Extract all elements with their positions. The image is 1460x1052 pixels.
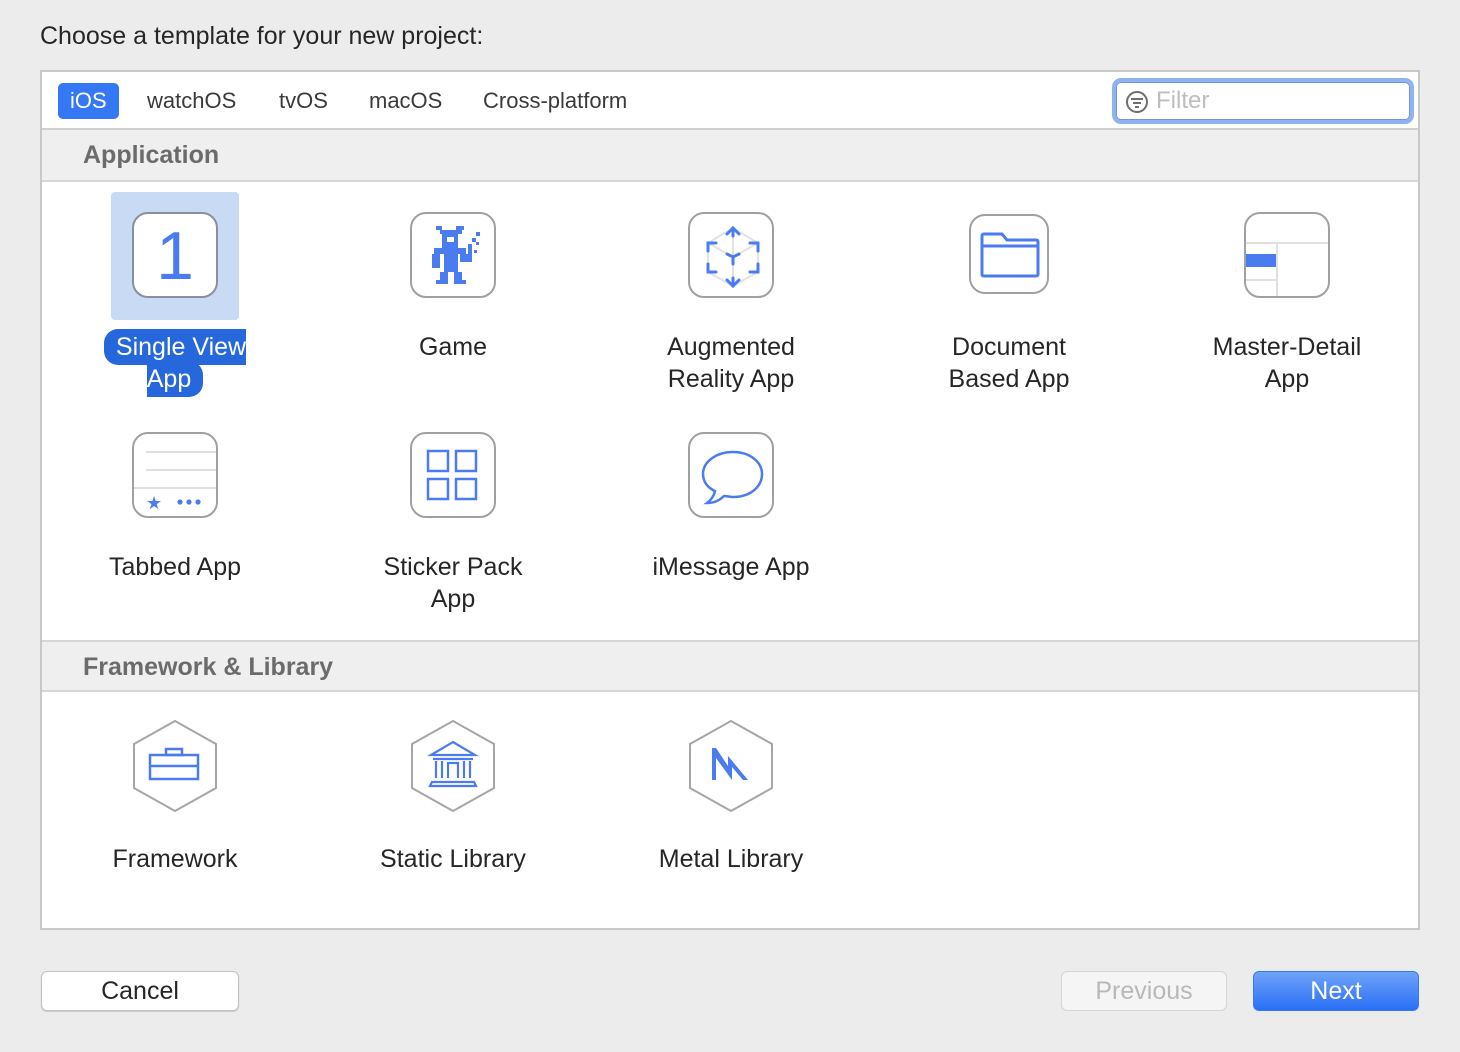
tab-cross-platform[interactable]: Cross-platform bbox=[471, 83, 639, 119]
next-button[interactable]: Next bbox=[1253, 971, 1419, 1011]
template-tabbed-app[interactable]: ★ Tabbed App bbox=[45, 432, 305, 612]
briefcase-icon bbox=[133, 719, 217, 813]
template-augmented-reality-app[interactable]: Augmented Reality App bbox=[601, 212, 861, 412]
template-label: Sticker Pack App bbox=[383, 553, 523, 613]
sticker-grid-icon bbox=[410, 432, 496, 518]
cancel-button[interactable]: Cancel bbox=[41, 971, 239, 1011]
single-view-icon: 1 bbox=[132, 212, 218, 298]
template-framework[interactable]: Framework bbox=[45, 719, 305, 900]
template-imessage-app[interactable]: iMessage App bbox=[601, 432, 861, 612]
template-label: Metal Library bbox=[658, 845, 804, 873]
section-title: Application bbox=[83, 141, 220, 169]
template-label: Game bbox=[418, 333, 488, 361]
dialog-prompt: Choose a template for your new project: bbox=[40, 22, 484, 50]
template-game[interactable]: Game bbox=[323, 212, 583, 392]
template-label: Framework bbox=[112, 845, 238, 873]
template-sticker-pack-app[interactable]: Sticker Pack App bbox=[323, 432, 583, 613]
previous-button[interactable]: Previous bbox=[1061, 971, 1227, 1011]
template-document-based-app[interactable]: Document Based App bbox=[879, 212, 1139, 412]
tab-macos[interactable]: macOS bbox=[357, 83, 454, 119]
metal-icon bbox=[689, 719, 773, 813]
tab-tvos[interactable]: tvOS bbox=[267, 83, 340, 119]
ar-cube-icon bbox=[688, 212, 774, 298]
filter-icon bbox=[1126, 91, 1148, 113]
template-label: Single View App bbox=[103, 329, 247, 397]
template-single-view-app[interactable]: 1 Single View App bbox=[45, 192, 305, 397]
filter-field[interactable] bbox=[1112, 78, 1414, 124]
template-metal-library[interactable]: Metal Library bbox=[601, 719, 861, 900]
template-label: Static Library bbox=[380, 845, 526, 873]
tab-ios[interactable]: iOS bbox=[58, 83, 119, 119]
filter-input[interactable] bbox=[1156, 84, 1396, 118]
game-icon bbox=[410, 212, 496, 298]
section-header-framework-library: Framework & Library bbox=[42, 640, 1418, 692]
platform-tabbar: iOS watchOS tvOS macOS Cross-platform bbox=[42, 72, 1418, 130]
template-label: Tabbed App bbox=[108, 553, 242, 581]
template-label: Master-Detail App bbox=[1212, 333, 1362, 393]
folder-icon bbox=[969, 214, 1049, 294]
section-header-application: Application bbox=[42, 130, 1418, 182]
template-static-library[interactable]: Static Library bbox=[323, 719, 583, 900]
master-detail-icon bbox=[1244, 212, 1330, 298]
section-title: Framework & Library bbox=[83, 653, 334, 681]
svg-text:★: ★ bbox=[146, 493, 162, 514]
template-master-detail-app[interactable]: Master-Detail App bbox=[1157, 212, 1417, 393]
tab-watchos[interactable]: watchOS bbox=[135, 83, 248, 119]
template-label: iMessage App bbox=[652, 553, 810, 581]
tabbed-icon: ★ bbox=[132, 432, 218, 518]
template-panel: iOS watchOS tvOS macOS Cross-platform Ap… bbox=[40, 70, 1420, 930]
library-building-icon bbox=[411, 719, 495, 813]
template-label: Document Based App bbox=[948, 333, 1070, 393]
template-label: Augmented Reality App bbox=[667, 333, 795, 393]
message-bubble-icon bbox=[688, 432, 774, 518]
